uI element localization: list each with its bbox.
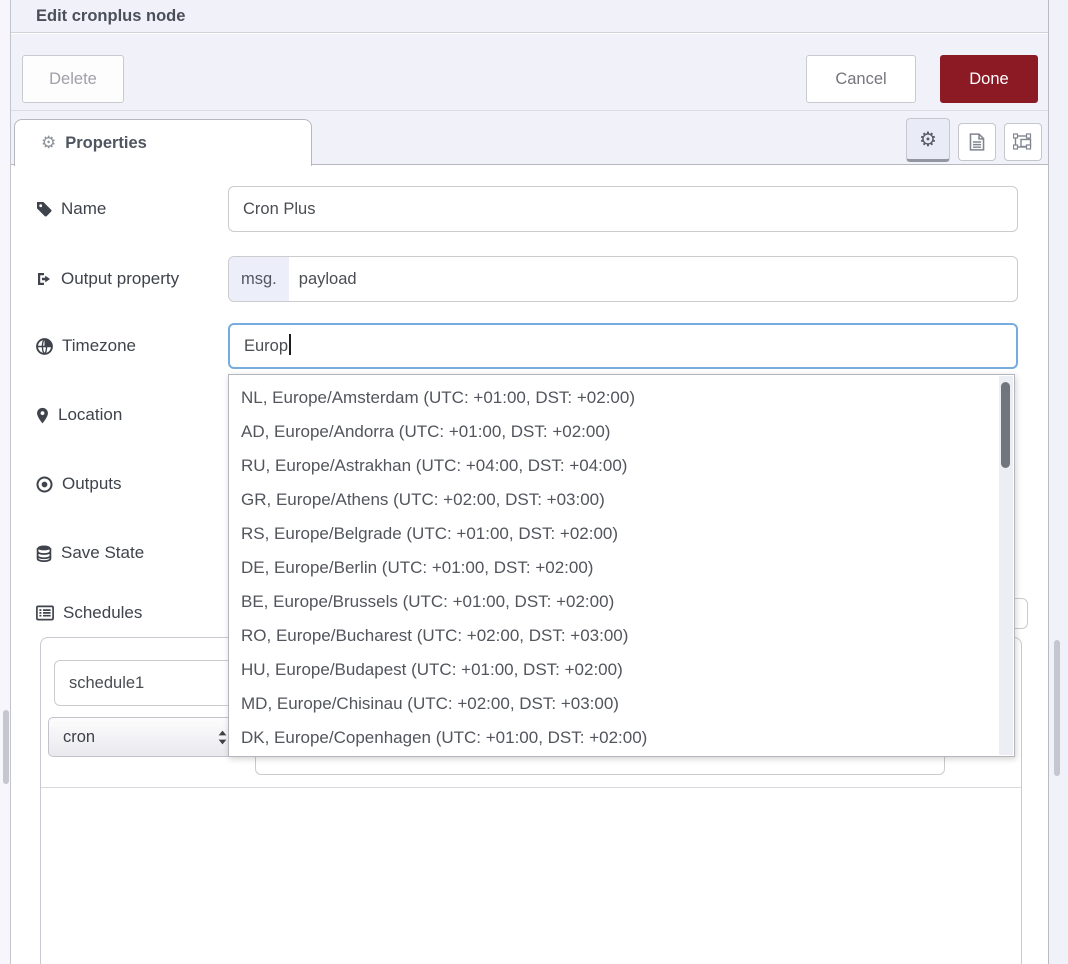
outputs-label-row: Outputs bbox=[36, 471, 122, 497]
globe-icon bbox=[36, 338, 53, 355]
dialog-header: Edit cronplus node bbox=[11, 0, 1048, 33]
cancel-button[interactable]: Cancel bbox=[806, 55, 916, 103]
schedule-type-select[interactable]: cron bbox=[48, 717, 238, 757]
timezone-dropdown-item[interactable]: RO, Europe/Bucharest (UTC: +02:00, DST: … bbox=[229, 619, 1014, 653]
timezone-dropdown-item[interactable]: GR, Europe/Athens (UTC: +02:00, DST: +03… bbox=[229, 483, 1014, 517]
circle-dot-icon bbox=[36, 476, 53, 493]
timezone-input-value: Europ bbox=[244, 337, 288, 355]
schedules-label-row: Schedules bbox=[36, 600, 142, 626]
tag-icon bbox=[36, 201, 52, 217]
right-scrollbar-thumb[interactable] bbox=[1054, 640, 1060, 776]
map-marker-icon bbox=[36, 407, 49, 424]
timezone-dropdown-item[interactable]: RU, Europe/Astrakhan (UTC: +04:00, DST: … bbox=[229, 449, 1014, 483]
text-cursor bbox=[289, 334, 291, 355]
tab-properties[interactable]: ⚙ Properties bbox=[14, 119, 312, 166]
location-label-row: Location bbox=[36, 402, 122, 428]
sign-out-icon bbox=[36, 271, 52, 287]
name-label-row: Name bbox=[36, 196, 106, 222]
dropdown-scrollbar-track[interactable] bbox=[999, 376, 1013, 755]
timezone-dropdown-item[interactable]: DE, Europe/Berlin (UTC: +01:00, DST: +02… bbox=[229, 551, 1014, 585]
editor-tab-strip: ⚙ Properties ⚙ bbox=[11, 111, 1048, 165]
timezone-dropdown-item[interactable]: NL, Europe/Amsterdam (UTC: +01:00, DST: … bbox=[229, 381, 1014, 415]
dropdown-scrollbar-thumb[interactable] bbox=[1001, 382, 1010, 468]
schedules-label: Schedules bbox=[63, 603, 142, 623]
right-panel-scrollbar bbox=[1048, 0, 1068, 964]
appearance-button[interactable] bbox=[1004, 123, 1042, 161]
timezone-dropdown-item[interactable]: MD, Europe/Chisinau (UTC: +02:00, DST: +… bbox=[229, 687, 1014, 721]
output-property-label-row: Output property bbox=[36, 266, 179, 292]
name-label: Name bbox=[61, 199, 106, 219]
done-button[interactable]: Done bbox=[940, 55, 1038, 103]
schedule-type-value: cron bbox=[63, 728, 95, 746]
output-property-input[interactable]: msg. payload bbox=[228, 256, 1018, 302]
sort-arrows-icon bbox=[217, 730, 228, 745]
save-state-label: Save State bbox=[61, 543, 144, 563]
node-description-button[interactable] bbox=[958, 123, 996, 161]
msg-prefix-select[interactable]: msg. bbox=[229, 257, 289, 301]
output-property-value: payload bbox=[289, 257, 357, 301]
left-panel-scrollbar bbox=[0, 0, 11, 964]
edit-properties-button[interactable]: ⚙ bbox=[906, 118, 950, 162]
gear-icon: ⚙ bbox=[41, 133, 56, 152]
outputs-label: Outputs bbox=[62, 474, 122, 494]
schedule-name-value: schedule1 bbox=[69, 674, 144, 692]
document-icon bbox=[969, 133, 985, 151]
database-icon bbox=[36, 545, 52, 562]
timezone-dropdown-item[interactable]: BE, Europe/Brussels (UTC: +01:00, DST: +… bbox=[229, 585, 1014, 619]
dialog-toolbar: Delete Cancel Done bbox=[11, 34, 1048, 111]
output-property-label: Output property bbox=[61, 269, 179, 289]
timezone-input[interactable]: Europ bbox=[228, 323, 1018, 369]
timezone-label: Timezone bbox=[62, 336, 136, 356]
schedule-panel-divider bbox=[41, 787, 1021, 788]
timezone-label-row: Timezone bbox=[36, 333, 136, 359]
name-input-value: Cron Plus bbox=[243, 200, 315, 218]
timezone-dropdown-item[interactable]: DK, Europe/Copenhagen (UTC: +01:00, DST:… bbox=[229, 721, 1014, 755]
appearance-icon bbox=[1013, 133, 1033, 151]
properties-tab-label: Properties bbox=[65, 134, 147, 152]
timezone-dropdown-item[interactable]: RS, Europe/Belgrade (UTC: +01:00, DST: +… bbox=[229, 517, 1014, 551]
save-state-label-row: Save State bbox=[36, 540, 144, 566]
timezone-dropdown-item[interactable]: HU, Europe/Budapest (UTC: +01:00, DST: +… bbox=[229, 653, 1014, 687]
timezone-dropdown-item[interactable]: AD, Europe/Andorra (UTC: +01:00, DST: +0… bbox=[229, 415, 1014, 449]
gear-icon: ⚙ bbox=[919, 127, 937, 152]
name-input[interactable]: Cron Plus bbox=[228, 186, 1018, 232]
timezone-dropdown-list: NL, Europe/Amsterdam (UTC: +01:00, DST: … bbox=[229, 381, 1014, 757]
dialog-title: Edit cronplus node bbox=[36, 0, 185, 32]
timezone-dropdown: NL, Europe/Amsterdam (UTC: +01:00, DST: … bbox=[228, 374, 1015, 757]
timezone-dropdown-item[interactable]: IE, Europe/Dublin (UTC: +00:00, DST: +01… bbox=[229, 755, 1014, 757]
location-label: Location bbox=[58, 405, 122, 425]
edit-cronplus-dialog: Edit cronplus node Delete Cancel Done ⚙ P… bbox=[0, 0, 1068, 964]
left-scrollbar-thumb[interactable] bbox=[3, 710, 9, 784]
list-table-icon bbox=[36, 605, 54, 621]
delete-button[interactable]: Delete bbox=[22, 55, 124, 103]
